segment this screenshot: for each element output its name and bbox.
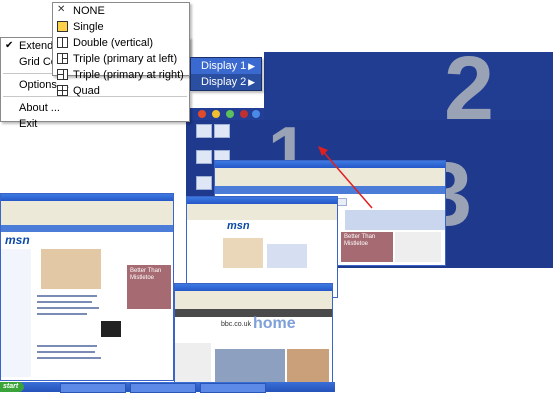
checkmark-icon: ✔ [5, 40, 14, 51]
triple-right-icon [57, 69, 68, 80]
menu-item-triple-left[interactable]: Triple (primary at left) [53, 51, 189, 67]
grid-layout-submenu: NONE Single Double (vertical) Triple (pr… [52, 2, 190, 97]
submenu-arrow-icon: ▶ [248, 77, 255, 87]
menu-item-display-2[interactable]: Display 2 ▶ [191, 74, 261, 90]
menu-item-double-vertical[interactable]: Double (vertical) [53, 35, 189, 51]
single-icon [57, 21, 68, 32]
menu-item-none[interactable]: NONE [53, 2, 189, 19]
menu-item-exit[interactable]: Exit [1, 116, 189, 132]
triple-left-icon [57, 53, 68, 64]
menu-item-quad[interactable]: Quad [53, 83, 189, 99]
none-icon [57, 2, 68, 18]
menu-item-display-1[interactable]: Display 1 ▶ [191, 58, 261, 74]
display-submenu: Display 1 ▶ Display 2 ▶ [190, 57, 262, 91]
quad-icon [57, 85, 68, 96]
submenu-arrow-icon: ▶ [248, 61, 255, 71]
menu-item-about[interactable]: About ... [1, 100, 189, 116]
menu-item-triple-right[interactable]: Triple (primary at right) [53, 67, 189, 83]
menu-item-single[interactable]: Single [53, 19, 189, 35]
double-vertical-icon [57, 37, 68, 48]
